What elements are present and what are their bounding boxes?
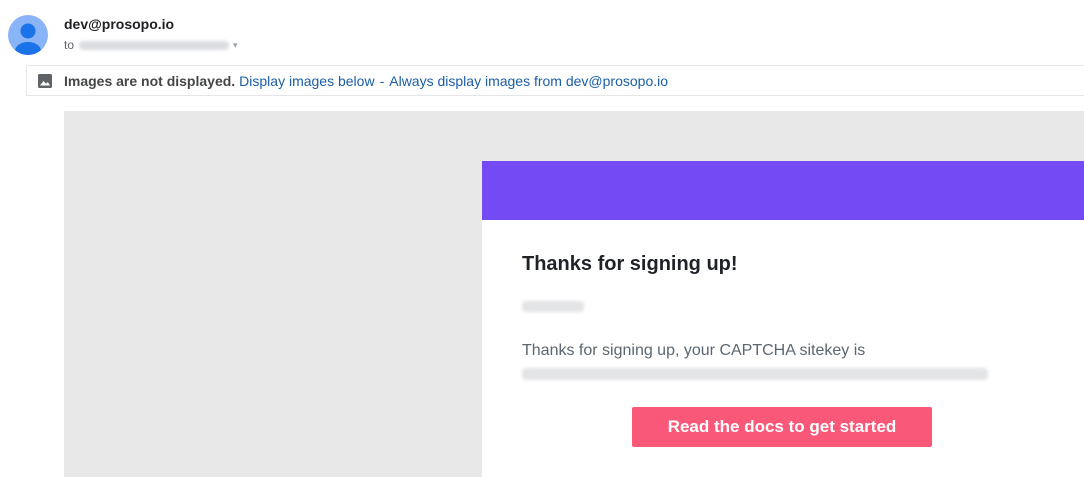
sender-name[interactable]: dev@prosopo.io: [64, 16, 174, 32]
email-title: Thanks for signing up!: [522, 253, 738, 275]
to-label: to: [64, 38, 75, 52]
card-header-band: [482, 161, 1084, 220]
person-icon: [15, 23, 41, 55]
image-icon: [38, 73, 52, 88]
recipient-redacted: [79, 40, 230, 50]
sender-avatar[interactable]: [8, 15, 48, 55]
link-separator: -: [379, 72, 385, 89]
display-images-below-link[interactable]: Display images below: [239, 73, 374, 89]
recipient-details-toggle[interactable]: ▾: [233, 40, 238, 51]
read-docs-button[interactable]: Read the docs to get started: [632, 407, 932, 447]
email-card: Thanks for signing up! Thanks for signin…: [482, 161, 1084, 477]
sitekey-redacted: [522, 368, 988, 380]
greeting-redacted: [522, 301, 584, 312]
images-warning: Images are not displayed.: [64, 72, 236, 89]
always-display-images-link[interactable]: Always display images from dev@prosopo.i…: [389, 73, 668, 89]
recipient-line: to ▾: [64, 38, 238, 52]
images-blocked-bar: Images are not displayed. Display images…: [26, 65, 1084, 96]
email-message: Thanks for signing up, your CAPTCHA site…: [522, 342, 866, 359]
